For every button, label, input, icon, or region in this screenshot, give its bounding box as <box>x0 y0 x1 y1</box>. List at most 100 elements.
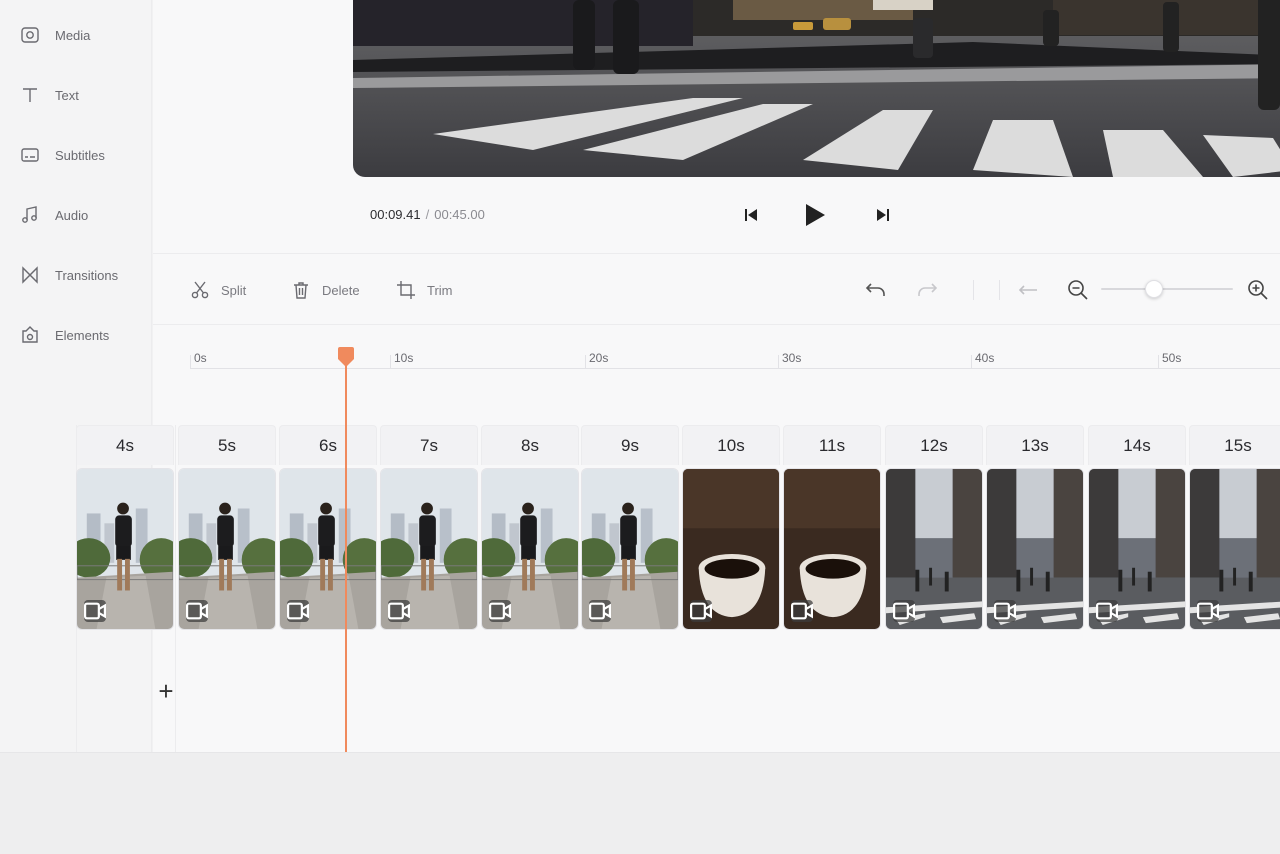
video-clip-icon <box>186 600 208 622</box>
video-preview[interactable] <box>353 0 1280 177</box>
timeline-clip[interactable]: 14s <box>1088 425 1186 630</box>
clip-duration: 11s <box>783 425 881 465</box>
clip-duration: 7s <box>380 425 478 465</box>
sidebar-item-label: Audio <box>55 207 89 223</box>
clip-duration: 14s <box>1088 425 1186 465</box>
clip-thumbnail[interactable] <box>178 468 276 630</box>
playhead-handle[interactable] <box>338 347 354 367</box>
skip-forward-button[interactable] <box>868 200 898 230</box>
timeline-clip[interactable]: 9s <box>581 425 679 630</box>
video-clip-icon <box>690 600 712 622</box>
video-clip-icon <box>994 600 1016 622</box>
sidebar-item-elements[interactable]: Elements <box>20 321 145 349</box>
sidebar-item-media[interactable]: Media <box>20 21 145 49</box>
sidebar-item-label: Media <box>55 27 91 43</box>
transitions-icon <box>22 266 38 284</box>
video-clip-icon <box>489 600 511 622</box>
timeline-clip[interactable]: 13s <box>986 425 1084 630</box>
time-separator: / <box>425 207 430 222</box>
zoom-out-icon <box>1068 280 1088 300</box>
clip-thumbnail[interactable] <box>581 468 679 630</box>
timeline-clip[interactable]: 6s <box>279 425 377 630</box>
split-button[interactable]: Split <box>190 278 246 302</box>
video-clip-icon <box>791 600 813 622</box>
subtitles-icon <box>21 148 39 162</box>
clip-thumbnail[interactable] <box>481 468 579 630</box>
arrow-left-icon <box>1018 285 1037 295</box>
clip-duration: 8s <box>481 425 579 465</box>
sidebar-item-audio[interactable]: Audio <box>20 201 145 229</box>
preview-area: 00:09.41 / 00:45.00 <box>153 0 1280 254</box>
timeline-clip[interactable]: 5s <box>178 425 276 630</box>
video-clip-icon <box>287 600 309 622</box>
zoom-slider-thumb[interactable] <box>1144 280 1163 298</box>
video-clip-icon <box>589 600 611 622</box>
sidebar-item-transitions[interactable]: Transitions <box>20 261 145 289</box>
video-clip-icon <box>1096 600 1118 622</box>
clip-duration: 6s <box>279 425 377 465</box>
bottom-panel <box>0 752 1280 854</box>
play-button[interactable] <box>800 200 830 230</box>
clip-duration: 9s <box>581 425 679 465</box>
redo-button[interactable] <box>915 278 939 302</box>
sidebar-item-subtitles[interactable]: Subtitles <box>20 141 145 169</box>
clip-thumbnail[interactable] <box>986 468 1084 630</box>
audio-icon <box>22 206 37 223</box>
video-clip-icon <box>893 600 915 622</box>
timeline-clip[interactable]: 10s <box>682 425 780 630</box>
current-time: 00:09.41 <box>370 207 421 222</box>
zoom-in-icon <box>1248 280 1268 300</box>
time-display: 00:09.41 / 00:45.00 <box>370 207 485 222</box>
toolbar-divider <box>999 280 1000 300</box>
video-clip-icon <box>388 600 410 622</box>
clip-thumbnail[interactable] <box>783 468 881 630</box>
clip-thumbnail[interactable] <box>885 468 983 630</box>
crop-icon <box>397 281 415 299</box>
editor-main: 00:09.41 / 00:45.00 Split Delete Trim 0s 1… <box>76 0 1280 752</box>
clip-thumbnail[interactable] <box>1088 468 1186 630</box>
delete-button[interactable]: Delete <box>291 278 360 302</box>
split-label: Split <box>221 282 247 298</box>
delete-label: Delete <box>322 282 360 298</box>
zoom-slider-track[interactable] <box>1101 288 1233 290</box>
video-track: + 4s 5s 6s 7s 8s 9s 10s 11s 12s 13s 14s 15s <box>38 425 1280 752</box>
timeline-clip[interactable]: 8s <box>481 425 579 630</box>
play-icon <box>806 204 825 226</box>
clip-duration: 13s <box>986 425 1084 465</box>
sidebar-item-label: Elements <box>55 327 110 343</box>
clip-thumbnail[interactable] <box>682 468 780 630</box>
clip-thumbnail[interactable] <box>76 468 174 630</box>
playhead-line <box>345 348 347 752</box>
zoom-out-button[interactable] <box>1066 278 1090 302</box>
skip-back-button[interactable] <box>736 200 766 230</box>
timeline-clip[interactable]: 15s <box>1189 425 1280 630</box>
total-time: 00:45.00 <box>434 207 485 222</box>
undo-icon <box>865 283 885 296</box>
undo-button[interactable] <box>864 278 888 302</box>
sidebar-item-label: Subtitles <box>55 147 105 163</box>
fit-button[interactable] <box>1016 278 1040 302</box>
skip-back-icon <box>745 209 757 221</box>
timeline-clip[interactable]: 4s <box>76 425 174 630</box>
clip-duration: 12s <box>885 425 983 465</box>
sidebar-item-label: Transitions <box>55 267 119 283</box>
skip-forward-icon <box>877 209 889 221</box>
clip-thumbnail[interactable] <box>380 468 478 630</box>
timeline-clip[interactable]: 11s <box>783 425 881 630</box>
clip-duration: 10s <box>682 425 780 465</box>
clip-thumbnail[interactable] <box>279 468 377 630</box>
trim-label: Trim <box>427 282 453 298</box>
clip-duration: 15s <box>1189 425 1280 465</box>
clip-thumbnail[interactable] <box>1189 468 1280 630</box>
trim-button[interactable]: Trim <box>396 278 453 302</box>
media-icon <box>21 27 39 43</box>
timeline-clip[interactable]: 12s <box>885 425 983 630</box>
elements-icon <box>22 326 38 343</box>
zoom-in-button[interactable] <box>1246 278 1270 302</box>
clip-duration: 4s <box>76 425 174 465</box>
sidebar-item-text[interactable]: Text <box>20 81 145 109</box>
add-clip-button[interactable]: + <box>155 676 177 706</box>
timeline-clip[interactable]: 7s <box>380 425 478 630</box>
scissors-icon <box>191 281 209 299</box>
toolbar-divider <box>973 280 974 300</box>
